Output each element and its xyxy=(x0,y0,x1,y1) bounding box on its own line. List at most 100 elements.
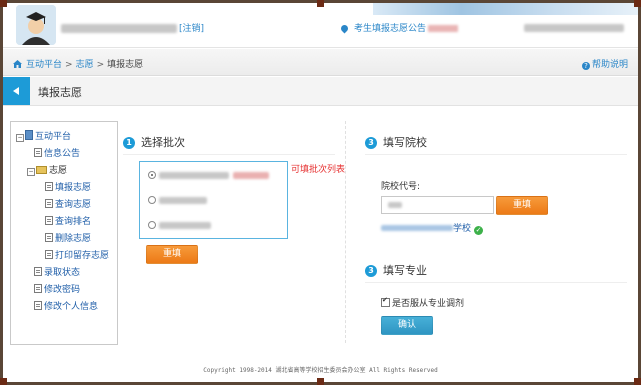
school-name: 学校 ✓ xyxy=(381,221,484,235)
help-link[interactable]: ? 帮助说明 xyxy=(581,57,628,70)
frame-corner xyxy=(317,0,324,7)
tree-node-profile[interactable]: 修改个人信息 xyxy=(34,299,98,312)
tree-label: 修改个人信息 xyxy=(44,302,99,312)
page-frame: [注销] 考生填报志愿公告 互动平台 > 志愿 > 填报志愿 ? 帮助说明 填报志愿 − 互… xyxy=(3,3,638,382)
step-number-badge: 3 xyxy=(365,137,377,149)
document-icon xyxy=(45,216,53,225)
document-icon xyxy=(45,199,53,208)
batch-name-redacted xyxy=(159,197,207,204)
collapse-icon: − xyxy=(27,168,35,176)
document-icon xyxy=(34,284,42,293)
tree-label: 查询排名 xyxy=(55,217,92,227)
tree-label: 查询志愿 xyxy=(55,200,92,210)
breadcrumb-item-current: 填报志愿 xyxy=(107,60,144,70)
tree-node-rank[interactable]: 查询排名 xyxy=(45,214,91,227)
location-pin-icon xyxy=(339,23,350,34)
tree-node-delete[interactable]: 删除志愿 xyxy=(45,231,91,244)
batch-list-hint: 可填批次列表 xyxy=(291,165,346,175)
section-title: 填写院校 xyxy=(383,136,427,149)
tree-label: 信息公告 xyxy=(44,149,81,159)
section-select-batch-heading: 1 选择批次 xyxy=(123,134,185,150)
tree-node-platform[interactable]: − 互动平台 xyxy=(16,129,71,142)
logout-link[interactable]: [注销] xyxy=(179,21,204,34)
section-title: 填写专业 xyxy=(383,264,427,277)
school-code-redacted xyxy=(388,202,402,208)
batch-reset-button[interactable]: 重填 xyxy=(146,245,198,264)
tree-node-admission[interactable]: 录取状态 xyxy=(34,265,80,278)
section-school-heading: 3 填写院校 xyxy=(365,134,427,150)
batch-name-redacted xyxy=(159,172,229,179)
frame-corner xyxy=(0,0,7,7)
breadcrumb-item-volunteer[interactable]: 志愿 xyxy=(76,60,94,70)
radio-button[interactable] xyxy=(148,221,156,229)
document-icon xyxy=(34,301,42,310)
breadcrumb-item-platform[interactable]: 互动平台 xyxy=(26,60,62,70)
column-divider xyxy=(345,121,346,343)
tree-node-fill[interactable]: 填报志愿 xyxy=(45,180,91,193)
document-icon xyxy=(34,267,42,276)
batch-list xyxy=(139,161,288,239)
school-reset-button[interactable]: 重填 xyxy=(496,196,548,215)
header-banner xyxy=(373,3,638,15)
document-icon xyxy=(34,148,42,157)
document-icon xyxy=(45,250,53,259)
folder-icon xyxy=(36,166,47,174)
notice-redacted xyxy=(428,25,459,32)
radio-button[interactable] xyxy=(148,196,156,204)
frame-corner xyxy=(317,378,324,385)
frame-corner xyxy=(634,378,641,385)
tree-node-password[interactable]: 修改密码 xyxy=(34,282,80,295)
breadcrumb-separator: > xyxy=(96,60,105,70)
adjust-label: 是否服从专业调剂 xyxy=(392,299,465,309)
breadcrumb-separator: > xyxy=(65,60,73,70)
home-icon xyxy=(13,60,22,68)
username-redacted xyxy=(61,24,177,33)
breadcrumb: 互动平台 > 志愿 > 填报志愿 xyxy=(13,57,143,70)
breadcrumb-bar: 互动平台 > 志愿 > 填报志愿 ? 帮助说明 xyxy=(3,49,638,76)
school-code-input[interactable] xyxy=(381,196,494,214)
section-divider xyxy=(365,282,627,283)
batch-status-redacted xyxy=(233,172,269,179)
section-title: 选择批次 xyxy=(141,136,185,149)
tree-label: 删除志愿 xyxy=(55,234,92,244)
document-icon xyxy=(45,233,53,242)
frame-corner xyxy=(634,0,641,7)
notice-link[interactable]: 考生填报志愿公告 xyxy=(339,21,459,34)
radio-button[interactable] xyxy=(148,171,156,179)
collapse-icon: − xyxy=(16,134,24,142)
candidate-id-redacted xyxy=(524,24,624,32)
tree-node-query[interactable]: 查询志愿 xyxy=(45,197,91,210)
navigation-tree: − 互动平台 信息公告 − 志愿 填报志愿 查询志愿 查询排名 删除志愿 打印留存志… xyxy=(10,121,118,345)
adjust-checkbox[interactable] xyxy=(381,296,390,307)
tree-node-info[interactable]: 信息公告 xyxy=(34,146,80,159)
tree-label: 志愿 xyxy=(49,166,68,176)
notice-label: 考生填报志愿公告 xyxy=(354,24,427,34)
collapse-sidebar-button[interactable] xyxy=(3,77,30,105)
step-number-badge: 1 xyxy=(123,137,135,149)
batch-name-redacted xyxy=(159,222,211,229)
school-code-label: 院校代号: xyxy=(381,182,421,192)
page-title-bar: 填报志愿 xyxy=(3,77,638,106)
section-divider xyxy=(365,154,627,155)
footer-copyright: Copyright 1998-2014 湖北省高等学校招生委员会办公室 All … xyxy=(203,367,438,374)
batch-option[interactable] xyxy=(148,221,211,232)
adjust-checkbox-row[interactable]: 是否服从专业调剂 xyxy=(381,296,464,309)
tree-label: 录取状态 xyxy=(44,268,81,278)
school-name-redacted xyxy=(381,225,453,231)
check-icon: ✓ xyxy=(474,226,484,235)
tree-label: 打印留存志愿 xyxy=(55,251,110,261)
tree-node-volunteer[interactable]: − 志愿 xyxy=(27,163,67,176)
tree-node-print[interactable]: 打印留存志愿 xyxy=(45,248,109,261)
help-label: 帮助说明 xyxy=(591,60,628,70)
confirm-button[interactable]: 确认 xyxy=(381,316,433,335)
tree-label: 填报志愿 xyxy=(55,183,92,193)
tree-label: 互动平台 xyxy=(35,132,72,142)
tree-label: 修改密码 xyxy=(44,285,81,295)
school-suffix: 学校 xyxy=(453,224,472,234)
document-icon xyxy=(45,182,53,191)
batch-option[interactable] xyxy=(148,171,269,182)
batch-option[interactable] xyxy=(148,196,207,207)
top-header: [注销] 考生填报志愿公告 xyxy=(3,3,638,48)
frame-corner xyxy=(0,378,7,385)
platform-icon xyxy=(25,130,33,140)
